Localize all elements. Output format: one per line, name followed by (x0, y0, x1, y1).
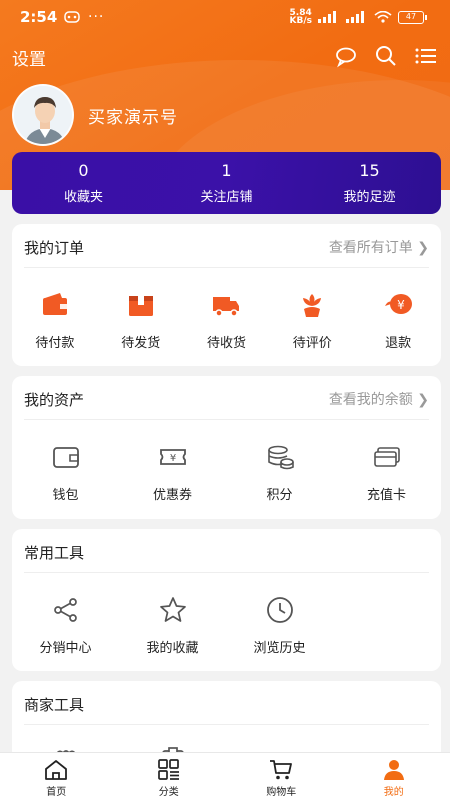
asset-wallet[interactable]: 钱包 (12, 442, 119, 503)
merchant-title: 商家工具 (24, 696, 85, 714)
svg-text:¥: ¥ (397, 298, 405, 312)
order-refund[interactable]: ¥ 退款 (355, 290, 441, 351)
tools-title: 常用工具 (24, 544, 85, 562)
asset-coupon[interactable]: ¥ 优惠券 (119, 442, 226, 503)
tool-label: 我的收藏 (146, 641, 199, 656)
net-speed: 5.84 KB/s (289, 8, 312, 26)
battery-indicator: 47 (398, 10, 427, 24)
home-icon (45, 760, 68, 780)
tool-label: 浏览历史 (253, 641, 306, 656)
stat-label: 我的足迹 (343, 190, 396, 205)
category-icon (157, 759, 179, 780)
profile-header[interactable]: 买家演示号 (12, 84, 178, 146)
signal-icon-2 (346, 11, 364, 23)
view-balance-link[interactable]: 查看我的余额 ❯ (329, 389, 429, 409)
tab-label: 我的 (383, 787, 404, 798)
refund-icon: ¥ (385, 294, 413, 314)
assets-card: 我的资产 查看我的余额 ❯ 钱包 ¥ 优惠券 积分 充值卡 (12, 376, 441, 519)
asset-label: 积分 (266, 488, 293, 503)
assets-title: 我的资产 (24, 391, 85, 409)
settings-button[interactable]: 设置 (12, 45, 46, 70)
status-time: 2:54 (20, 8, 58, 26)
clock-icon (266, 597, 293, 623)
username: 买家演示号 (88, 107, 178, 128)
order-pending-shipment[interactable]: 待发货 (98, 290, 184, 351)
view-all-orders-link[interactable]: 查看所有订单 ❯ (329, 237, 429, 257)
stat-favorites[interactable]: 0 收藏夹 (12, 152, 155, 214)
game-controller-icon (64, 11, 80, 23)
wifi-icon (374, 11, 392, 23)
avatar[interactable] (12, 84, 74, 146)
order-label: 待评价 (292, 336, 332, 351)
tab-category[interactable]: 分类 (113, 753, 226, 800)
search-icon[interactable] (374, 44, 398, 68)
card-icon (373, 447, 400, 467)
tab-cart[interactable]: 购物车 (225, 753, 338, 800)
tab-label: 购物车 (266, 787, 297, 798)
tool-my-favorites[interactable]: 我的收藏 (119, 595, 226, 656)
message-icon[interactable] (334, 44, 358, 68)
asset-label: 优惠券 (152, 488, 192, 503)
svg-text:¥: ¥ (169, 453, 175, 464)
wallet-outline-icon (52, 447, 79, 468)
star-icon (159, 597, 186, 622)
chevron-right-icon: ❯ (417, 240, 429, 256)
view-all-orders-label: 查看所有订单 (328, 240, 413, 256)
tools-card: 常用工具 分销中心 我的收藏 浏览历史 (12, 529, 441, 671)
stat-value: 15 (359, 161, 380, 180)
coupon-icon: ¥ (159, 449, 186, 465)
order-pending-receipt[interactable]: 待收货 (184, 290, 270, 351)
tab-home[interactable]: 首页 (0, 753, 113, 800)
share-icon (53, 598, 77, 622)
stat-label: 关注店铺 (200, 190, 253, 205)
order-label: 待收货 (206, 336, 246, 351)
tab-label: 首页 (46, 787, 67, 798)
asset-label: 充值卡 (366, 488, 406, 503)
more-dots-icon: ··· (88, 9, 105, 25)
user-icon (383, 760, 404, 780)
tool-browse-history[interactable]: 浏览历史 (226, 595, 333, 656)
orders-title: 我的订单 (24, 239, 85, 257)
truck-icon (213, 297, 240, 317)
coins-icon (267, 445, 294, 470)
merchant-card: 商家工具 (12, 681, 441, 761)
stat-label: 收藏夹 (63, 190, 103, 205)
signal-icon (318, 11, 336, 23)
list-menu-icon[interactable] (414, 44, 438, 68)
tool-label: 分销中心 (39, 641, 92, 656)
stat-value: 0 (78, 161, 89, 180)
order-label: 待发货 (121, 336, 161, 351)
stat-followed-shops[interactable]: 1 关注店铺 (155, 152, 298, 214)
tab-mine[interactable]: 我的 (338, 753, 450, 800)
wallet-icon (42, 293, 67, 315)
tab-label: 分类 (158, 787, 179, 798)
order-label: 退款 (385, 336, 412, 351)
asset-points[interactable]: 积分 (226, 442, 333, 503)
status-bar: 2:54 ··· 5.84 KB/s 47 (0, 0, 450, 34)
orders-card: 我的订单 查看所有订单 ❯ 待付款 待发货 待收货 待评价 ¥ 退款 (12, 224, 441, 366)
stats-panel: 0 收藏夹 1 关注店铺 15 我的足迹 (12, 152, 441, 214)
order-label: 待付款 (35, 336, 75, 351)
cart-icon (270, 760, 293, 780)
asset-recharge-card[interactable]: 充值卡 (333, 442, 440, 503)
package-icon (128, 296, 153, 316)
order-pending-review[interactable]: 待评价 (269, 290, 355, 351)
chevron-right-icon: ❯ (417, 392, 429, 408)
view-balance-label: 查看我的余额 (328, 392, 413, 408)
stat-footprints[interactable]: 15 我的足迹 (298, 152, 441, 214)
bottom-tab-bar: 首页 分类 购物车 我的 (0, 752, 450, 800)
tool-distribution-center[interactable]: 分销中心 (12, 595, 119, 656)
flower-icon (303, 294, 322, 317)
stat-value: 1 (221, 161, 232, 180)
order-pending-payment[interactable]: 待付款 (12, 290, 98, 351)
asset-label: 钱包 (52, 488, 79, 503)
title-bar: 设置 (0, 42, 450, 70)
